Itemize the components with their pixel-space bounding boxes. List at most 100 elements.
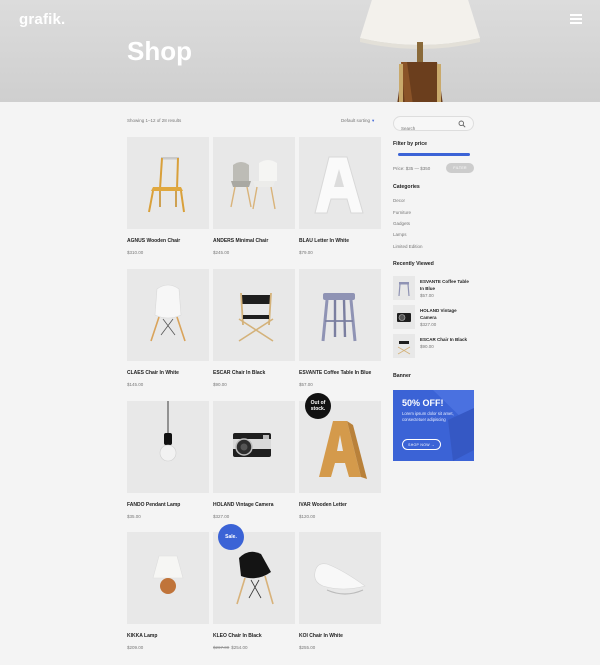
recent-item[interactable]: ESCAR Chair In Black $90.00 — [393, 334, 474, 358]
old-price: $267.00 — [213, 645, 230, 650]
product-name[interactable]: KLEO Chair In Black — [213, 633, 295, 639]
pendant-lamp-image — [159, 401, 177, 462]
product-name[interactable]: KIKKA Lamp — [127, 633, 209, 639]
product-price: $79.00 — [299, 250, 313, 255]
director-chair-thumb-image — [397, 341, 411, 355]
lounge-chair-image — [314, 563, 366, 595]
product-card[interactable]: ESCAR Chair In Black $90.00 — [213, 269, 295, 387]
chevron-down-icon: ▾ — [372, 118, 375, 123]
product-card[interactable]: ESVANTE Coffee Table In Blue $57.00 — [299, 269, 381, 387]
search-box[interactable] — [393, 116, 474, 135]
recent-item-name[interactable]: HOLAND Vintage Camera — [420, 307, 474, 321]
banner-text: Lorem ipsum dolor sit amet, consectetuer… — [402, 411, 454, 422]
sorting-label: Default sorting — [341, 118, 371, 123]
product-name[interactable]: ANDERS Minimal Chair — [213, 238, 295, 244]
white-chair-image — [150, 284, 186, 342]
sale-badge: Sale. — [218, 524, 244, 550]
product-card[interactable]: FANDO Pendant Lamp $35.00 — [127, 401, 209, 519]
price-slider[interactable] — [398, 153, 470, 156]
product-name[interactable]: HOLAND Vintage Camera — [213, 502, 295, 508]
product-price: $209.00 — [127, 645, 144, 650]
recent-item-image[interactable] — [393, 305, 415, 329]
product-price: $145.00 — [127, 382, 144, 387]
product-price: $255.00 — [299, 645, 316, 650]
page-hero: grafik. Shop — [0, 0, 600, 102]
product-name[interactable]: AGNUS Wooden Chair — [127, 238, 209, 244]
filter-title: Filter by price — [393, 141, 428, 147]
product-card[interactable]: CLAES Chair In White $145.00 — [127, 269, 209, 387]
product-name[interactable]: ESCAR Chair In Black — [213, 370, 295, 376]
product-card[interactable]: HOLAND Vintage Camera $327.00 — [213, 401, 295, 519]
minimal-chair-image — [230, 160, 277, 210]
table-lamp-image — [152, 555, 184, 594]
recent-item-name[interactable]: ESCAR Chair In Black — [420, 336, 474, 343]
category-link[interactable]: Furniture — [393, 210, 411, 215]
category-link[interactable]: Gadgets — [393, 221, 410, 226]
search-icon[interactable] — [458, 120, 466, 128]
product-image[interactable] — [127, 137, 209, 229]
product-image[interactable] — [127, 532, 209, 624]
product-price: $120.00 — [299, 514, 316, 519]
status-badge: Out of stock. — [305, 393, 331, 419]
categories-title: Categories — [393, 184, 420, 190]
product-name[interactable]: KOI Chair In White — [299, 633, 381, 639]
product-card[interactable]: ANDERS Minimal Chair $245.00 — [213, 137, 295, 255]
product-image[interactable] — [213, 401, 295, 493]
stool-image — [321, 293, 357, 342]
recent-item[interactable]: HOLAND Vintage Camera $327.00 — [393, 305, 474, 329]
sorting-select[interactable]: Default sorting ▾ — [341, 118, 374, 124]
product-image[interactable] — [299, 532, 381, 624]
product-image[interactable] — [299, 269, 381, 361]
product-image[interactable] — [213, 269, 295, 361]
category-link[interactable]: Lamps — [393, 232, 407, 237]
product-image[interactable] — [213, 137, 295, 229]
product-name[interactable]: BLAU Letter In White — [299, 238, 381, 244]
recent-item-image[interactable] — [393, 276, 415, 300]
product-name[interactable]: CLAES Chair In White — [127, 370, 209, 376]
product-card[interactable]: Sale. KLEO Chair In Black $267.00 $254.00 — [213, 524, 295, 650]
product-name[interactable]: FANDO Pendant Lamp — [127, 502, 209, 508]
product-price: $267.00 $254.00 — [213, 645, 295, 650]
search-input[interactable] — [394, 122, 454, 135]
product-image[interactable] — [299, 137, 381, 229]
page-title: Shop — [127, 36, 192, 66]
product-card[interactable]: Out of stock. IVAR Wooden Letter $120.00 — [299, 393, 381, 519]
product-price: $90.00 — [213, 382, 227, 387]
promo-banner[interactable]: 50% OFF! Lorem ipsum dolor sit amet, con… — [393, 390, 474, 461]
filter-button[interactable]: FILTER — [446, 163, 474, 173]
product-card[interactable]: KOI Chair In White $255.00 — [299, 532, 381, 650]
recent-item-image[interactable] — [393, 334, 415, 358]
recent-item-name[interactable]: ESVANTE Coffee Table In Blue — [420, 278, 474, 292]
white-letter-image — [314, 156, 364, 214]
product-image[interactable] — [127, 401, 209, 493]
site-logo[interactable]: grafik. — [19, 11, 65, 28]
product-price: $245.00 — [213, 250, 230, 255]
wooden-chair-image — [148, 157, 185, 213]
category-link[interactable]: Decor — [393, 198, 405, 203]
product-card[interactable]: BLAU Letter In White $79.00 — [299, 137, 381, 255]
product-price: $310.00 — [127, 250, 144, 255]
recent-item[interactable]: ESVANTE Coffee Table In Blue $57.00 — [393, 276, 474, 300]
banner-headline: 50% OFF! — [402, 398, 444, 408]
price-range: Price: $35 — $350 — [393, 166, 431, 171]
sale-price: $254.00 — [231, 645, 248, 650]
product-card[interactable]: KIKKA Lamp $209.00 — [127, 532, 209, 650]
product-image[interactable] — [127, 269, 209, 361]
product-price: $35.00 — [127, 514, 141, 519]
shop-now-button[interactable]: SHOP NOW → — [402, 439, 441, 450]
banner-title: Banner — [393, 373, 411, 379]
menu-icon[interactable] — [570, 14, 582, 24]
product-name[interactable]: IVAR Wooden Letter — [299, 502, 381, 508]
product-price: $327.00 — [213, 514, 230, 519]
camera-thumb-image — [397, 313, 411, 322]
category-link[interactable]: Limited Edition — [393, 244, 423, 249]
product-name[interactable]: ESVANTE Coffee Table In Blue — [299, 370, 381, 376]
product-card[interactable]: AGNUS Wooden Chair $310.00 — [127, 137, 209, 255]
recent-item-price: $57.00 — [420, 293, 434, 298]
lamp-photo — [360, 0, 480, 102]
recent-item-price: $327.00 — [420, 322, 437, 327]
recent-item-price: $90.00 — [420, 344, 434, 349]
result-count: Showing 1–12 of 28 results — [127, 118, 182, 123]
director-chair-image — [238, 292, 274, 342]
camera-image — [233, 433, 271, 457]
